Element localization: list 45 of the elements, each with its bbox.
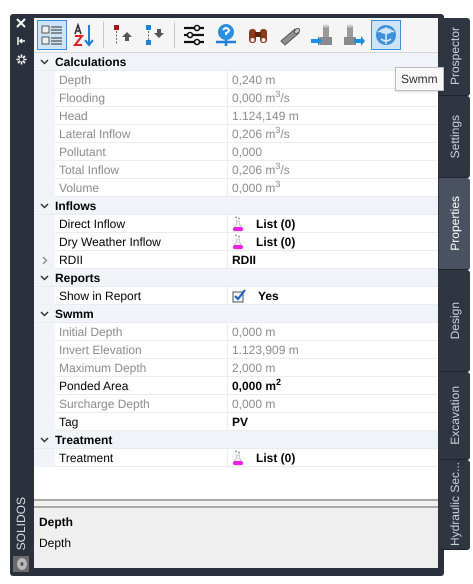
property-value: List (0) [256, 234, 296, 250]
property-name: Total Inflow [59, 162, 120, 178]
property-value: 0,206 m$^{3}$/s [232, 124, 290, 142]
property-value: PV [232, 414, 248, 430]
property-value: 0,000 m$^{3}$ [232, 178, 280, 196]
property-value: 0,000 [232, 144, 262, 160]
section-header: Reports [55, 270, 100, 286]
property-value: List (0) [256, 216, 296, 232]
property-name: Treatment [59, 450, 114, 466]
property-value: 2,000 m [232, 360, 276, 376]
property-name: Flooding [59, 90, 106, 106]
property-value: 0,000 m [232, 396, 276, 412]
property-name: Surcharge Depth [59, 396, 150, 412]
section-header: Inflows [55, 198, 96, 214]
property-name: Lateral Inflow [59, 126, 130, 142]
section-header: Calculations [55, 54, 126, 70]
section-header: Treatment [55, 432, 112, 448]
property-value: 0,000 m$^{2}$ [232, 376, 282, 394]
property-name: Direct Inflow [59, 216, 126, 232]
property-value: 1.123,909 m [232, 342, 299, 358]
tooltip: Swmm [395, 67, 444, 91]
description-text: Depth [39, 535, 72, 552]
section-header: Swmm [55, 306, 94, 322]
property-value: 0,000 m$^{3}$/s [232, 88, 290, 106]
property-name: RDII [59, 252, 83, 268]
property-name: Ponded Area [59, 378, 128, 394]
property-name: Tag [59, 414, 78, 430]
property-name: Maximum Depth [59, 360, 146, 376]
property-name: Dry Weather Inflow [59, 234, 161, 250]
property-value: 0,000 m [232, 324, 276, 340]
property-name: Pollutant [59, 144, 106, 160]
property-name: Initial Depth [59, 324, 122, 340]
property-name: Show in Report [59, 288, 142, 304]
property-name: Head [59, 108, 88, 124]
property-name: Invert Elevation [59, 342, 142, 358]
property-value: List (0) [256, 450, 296, 466]
description-title: Depth [39, 514, 74, 531]
property-name: Volume [59, 180, 100, 196]
palette-title: SOLIDOS [13, 496, 29, 550]
property-value: 0,240 m [232, 72, 276, 88]
property-value: Yes [258, 288, 279, 304]
property-value: RDII [232, 252, 256, 268]
property-name: Depth [59, 72, 92, 88]
property-value: 0,206 m$^{3}$/s [232, 160, 290, 178]
property-value: 1.124,149 m [232, 108, 299, 124]
